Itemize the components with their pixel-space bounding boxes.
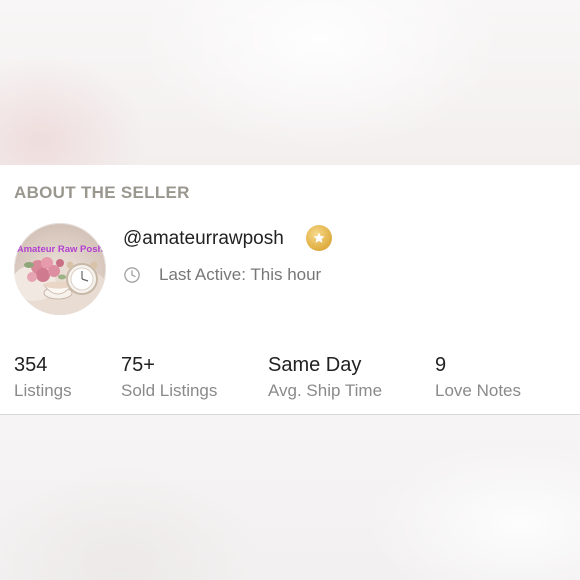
stat-ship-time: Same Day Avg. Ship Time bbox=[268, 353, 382, 401]
seller-avatar[interactable]: Amateur Raw Posh bbox=[14, 223, 106, 315]
stat-value: 354 bbox=[14, 354, 48, 376]
avatar-watermark-text: Amateur Raw Posh bbox=[17, 244, 104, 255]
seller-username[interactable]: @amateurrawposh bbox=[123, 228, 284, 250]
stat-listings[interactable]: 354 Listings bbox=[14, 353, 72, 401]
star-icon bbox=[313, 232, 325, 243]
background-photo-bottom bbox=[0, 415, 580, 580]
stat-sold-listings[interactable]: 75+ Sold Listings bbox=[121, 353, 217, 401]
stat-love-notes[interactable]: 9 Love Notes bbox=[435, 353, 521, 401]
stat-label: Love Notes bbox=[435, 381, 521, 400]
section-title: ABOUT THE SELLER bbox=[14, 183, 190, 202]
stat-label: Avg. Ship Time bbox=[268, 381, 383, 400]
last-active-text: Last Active: This hour bbox=[159, 265, 322, 284]
stat-label: Listings bbox=[14, 381, 72, 400]
stat-value: 9 bbox=[435, 354, 447, 376]
stat-value: 75+ bbox=[121, 354, 155, 376]
stat-label: Sold Listings bbox=[121, 381, 218, 400]
about-seller-card: ABOUT THE SELLER Amateur Raw Posh @amate… bbox=[0, 165, 580, 415]
avatar-image: Amateur Raw Posh bbox=[14, 244, 106, 315]
clock-icon bbox=[124, 267, 140, 283]
background-photo-top bbox=[0, 0, 580, 165]
ambassador-badge bbox=[306, 225, 332, 251]
last-active-row: Last Active: This hour bbox=[123, 265, 321, 285]
stat-value: Same Day bbox=[268, 354, 362, 376]
